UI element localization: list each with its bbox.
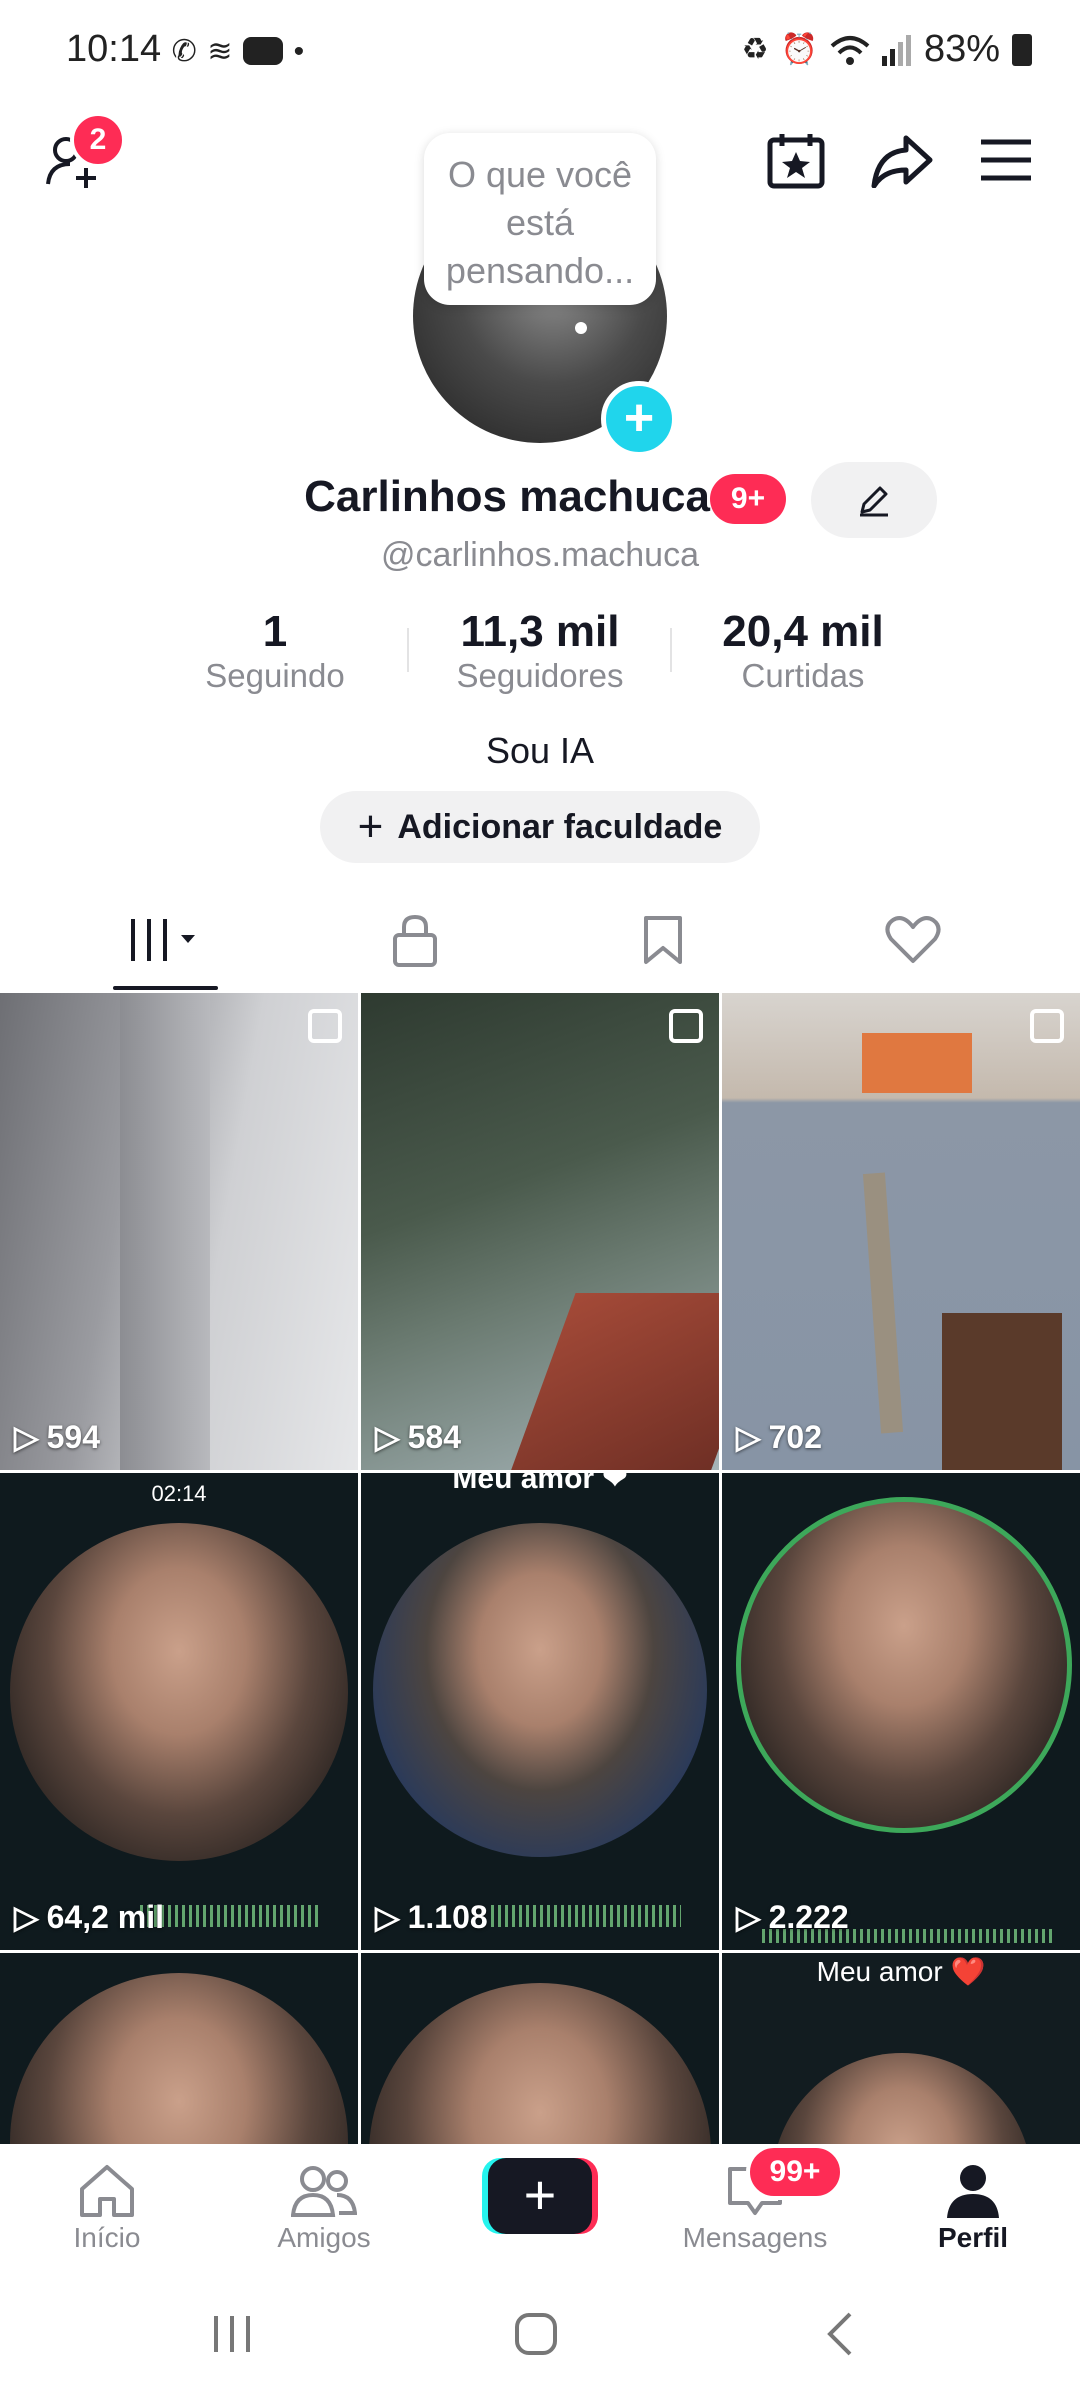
profile-name: Carlinhos machuca — [304, 472, 710, 521]
tab-underline — [113, 986, 218, 990]
play-icon: ▷ — [14, 1899, 39, 1935]
youtube-icon — [243, 36, 284, 65]
back-icon — [827, 2312, 852, 2356]
lock-icon — [393, 914, 437, 967]
view-count: ▷ 1.108 — [375, 1898, 488, 1936]
menu-button[interactable] — [966, 120, 1046, 200]
battery-percent: 83% — [923, 28, 1000, 70]
video-caption: 02:14 — [151, 1481, 207, 1506]
video-thumbnail[interactable]: ▷ 702 — [722, 993, 1080, 1470]
status-time: 10:14 ✆ ≋ • — [66, 28, 305, 70]
video-thumbnail[interactable]: 02:14 ▷ 64,2 mil — [0, 1473, 358, 1950]
stat-followers[interactable]: 11,3 mil Seguidores — [410, 607, 670, 695]
stat-following[interactable]: 1 Seguindo — [145, 607, 405, 695]
friend-request-badge: 2 — [70, 112, 126, 168]
pencil-icon — [860, 486, 888, 517]
plus-icon: + — [357, 802, 384, 851]
tab-videos[interactable] — [30, 900, 300, 980]
multi-video-icon — [669, 1009, 703, 1043]
multi-video-icon — [1030, 1009, 1064, 1043]
menu-icon — [981, 139, 1031, 181]
video-thumbnail[interactable] — [361, 1953, 719, 2144]
wifi-icon — [830, 35, 870, 65]
add-college-button[interactable]: + Adicionar faculdade — [320, 791, 760, 863]
nav-profile[interactable]: Perfil — [888, 2160, 1058, 2254]
video-thumbnail[interactable] — [0, 1953, 358, 2144]
view-count: ▷ 584 — [375, 1418, 461, 1456]
alarm-icon: ⏰ — [780, 33, 818, 66]
nav-messages-label: Mensagens — [682, 2222, 828, 2253]
layers-icon: ≋ — [207, 35, 233, 68]
messages-badge: 99+ — [746, 2144, 844, 2200]
nav-friends-label: Amigos — [277, 2222, 371, 2253]
share-icon — [871, 135, 933, 188]
video-thumbnail[interactable]: ▷ 594 — [0, 993, 358, 1470]
status-icons: ♻ ⏰ 83% — [742, 28, 1032, 71]
play-icon: ▷ — [736, 1899, 761, 1935]
name-badge: 9+ — [710, 474, 786, 524]
stat-divider — [407, 628, 409, 672]
add-story-button[interactable]: + — [601, 381, 677, 457]
nav-friends[interactable]: Amigos — [239, 2160, 409, 2254]
bookmark-icon — [644, 916, 682, 964]
play-icon: ▷ — [375, 1899, 400, 1935]
edit-profile-button[interactable] — [811, 462, 937, 538]
video-caption: Meu amor ❤ — [452, 1473, 628, 1495]
calendar-star-icon — [767, 134, 825, 189]
bubble-tail — [575, 322, 587, 334]
add-college-label: Adicionar faculdade — [397, 807, 723, 846]
calendar-button[interactable] — [756, 120, 836, 200]
create-button[interactable]: + — [482, 2158, 598, 2234]
thought-bubble[interactable]: O que você está pensando... — [424, 133, 656, 305]
whatsapp-icon: ✆ — [171, 35, 197, 68]
view-count: ▷ 594 — [14, 1418, 100, 1456]
nav-home[interactable]: Início — [22, 2160, 192, 2254]
home-system-button[interactable] — [514, 2312, 558, 2361]
view-count: ▷ 702 — [736, 1418, 822, 1456]
dot-icon: • — [293, 35, 305, 68]
stat-divider — [670, 628, 672, 672]
recent-apps-icon — [214, 2316, 250, 2352]
battery-icon — [1012, 33, 1032, 66]
plus-icon: + — [488, 2158, 592, 2234]
tab-liked[interactable] — [778, 900, 1048, 980]
back-button[interactable] — [824, 2312, 854, 2361]
grid-icon — [131, 919, 195, 961]
tab-saved[interactable] — [528, 900, 798, 980]
profile-handle: @carlinhos.machuca — [381, 536, 699, 574]
heart-icon — [885, 916, 941, 963]
profile-icon — [947, 2165, 999, 2218]
play-icon: ▷ — [14, 1419, 39, 1455]
nav-profile-label: Perfil — [937, 2222, 1009, 2253]
bio: Sou IA — [485, 730, 595, 771]
recent-apps-button[interactable] — [210, 2314, 254, 2359]
stat-likes[interactable]: 20,4 mil Curtidas — [673, 607, 933, 695]
video-caption: Meu amor ❤️ — [816, 1956, 986, 1987]
multi-video-icon — [308, 1009, 342, 1043]
share-button[interactable] — [862, 120, 942, 200]
view-count: ▷ 64,2 mil — [14, 1898, 165, 1936]
play-icon: ▷ — [736, 1419, 761, 1455]
video-thumbnail[interactable]: ▷ 2.222 — [722, 1473, 1080, 1950]
video-thumbnail[interactable]: Meu amor ❤ ▷ 1.108 — [361, 1473, 719, 1950]
friends-icon — [291, 2166, 357, 2217]
home-icon — [80, 2165, 134, 2217]
video-thumbnail[interactable]: ▷ 584 — [361, 993, 719, 1470]
signal-icon — [881, 34, 911, 66]
view-count: ▷ 2.222 — [736, 1898, 849, 1936]
home-square-icon — [515, 2313, 557, 2355]
video-thumbnail[interactable]: Meu amor ❤️ — [722, 1953, 1080, 2144]
tab-private[interactable] — [280, 900, 550, 980]
nav-home-label: Início — [73, 2222, 141, 2253]
recycle-icon: ♻ — [741, 33, 769, 66]
play-icon: ▷ — [375, 1419, 400, 1455]
